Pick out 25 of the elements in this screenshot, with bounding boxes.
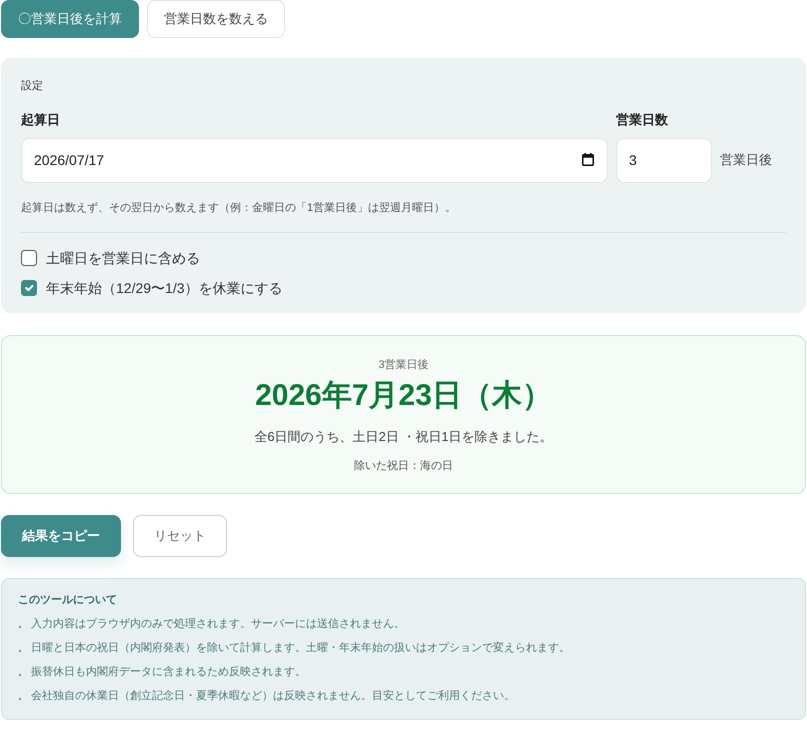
tab[interactable]: 営業日数を数える — [147, 0, 285, 38]
section-title: 設定 — [21, 78, 44, 94]
field-label: 営業日数 — [616, 112, 669, 128]
info-item: 振替休日も内閣府データに含まれるため反映されます。 — [31, 664, 306, 678]
checkbox[interactable] — [21, 280, 37, 296]
tab[interactable]: 〇営業日後を計算 — [1, 0, 139, 38]
option-label: 年末年始（12/29〜1/3）を休業にする — [46, 278, 282, 296]
reset-button[interactable]: リセット — [133, 514, 227, 556]
info-title: このツールについて — [18, 592, 118, 606]
result-summary: 全6日間のうち、土日2日 ・祝日1日を除きました。 — [253, 428, 554, 446]
info-item: 会社独自の休業日（創立記念日・夏季休暇など）は反映されません。目安としてご利用ください。 — [31, 688, 515, 702]
field-suffix: 営業日後 — [720, 151, 772, 170]
calendar-icon[interactable] — [582, 152, 594, 166]
info-item: 入力内容はブラウザ内のみで処理されます。サーバーには送信されません。 — [31, 616, 405, 630]
result-date: 2026年7月23日（木） — [254, 378, 553, 414]
excluded-holidays-text: 除いた祝日：海の日 — [353, 458, 454, 472]
field-label: 起算日 — [21, 112, 61, 128]
copy-button[interactable]: 結果をコピー — [1, 514, 121, 556]
date-field[interactable]: 2026/07/17 — [21, 138, 608, 182]
result-caption: 3営業日後 — [377, 358, 430, 372]
info-item: 日曜と日本の祝日（内閣府発表）を除いて計算します。土曜・年末年始の扱いはオプションで変えられます。 — [31, 640, 570, 654]
hint-text: 起算日は数えず、その翌日から数えます（例：金曜日の「1営業日後」は翌週月曜日）。 — [21, 200, 458, 216]
number-field[interactable]: 3 — [616, 138, 712, 182]
option-label: 土曜日を営業日に含める — [46, 248, 200, 266]
checkbox[interactable] — [21, 250, 37, 266]
